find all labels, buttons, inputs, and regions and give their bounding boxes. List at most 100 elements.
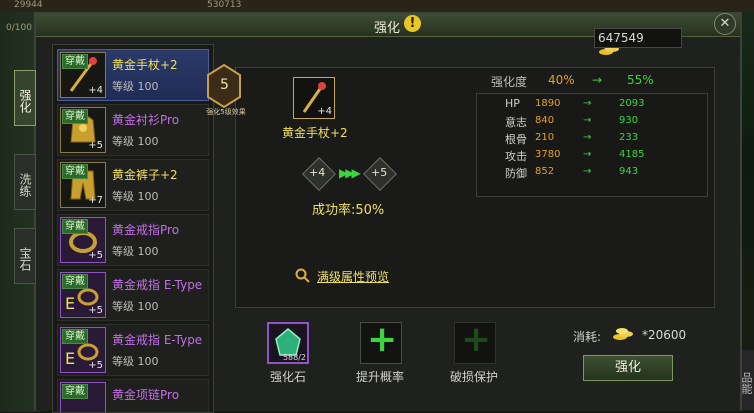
equipment-list[interactable]: 穿戴 +4 黄金手杖+2 等级 100 穿戴 +5 黄金衬衫Pro 等级 100…: [52, 44, 214, 413]
stat-arrow: →: [583, 115, 592, 126]
item-level: 等级 100: [112, 80, 159, 93]
add-icon: +: [461, 319, 492, 360]
item-name: 黄金手杖+2: [112, 58, 178, 72]
hud-value-3: 530713: [207, 0, 242, 10]
item-name: 黄金裤子+2: [112, 168, 178, 182]
svg-text:E: E: [65, 294, 75, 313]
stat-row: 攻击 3780 → 4185: [477, 148, 707, 165]
enhance-button[interactable]: 强化: [583, 355, 673, 381]
upgrade-arrows: ▶▶▶: [339, 166, 361, 180]
target-item-name: 黄金手杖+2: [282, 126, 348, 140]
item-level: 等级 100: [112, 135, 159, 148]
stat-to: 2093: [619, 98, 645, 109]
item-name: 黄金戒指 E-Type: [112, 278, 203, 292]
enhance-degree-from: 40%: [548, 73, 575, 87]
stat-row: 意志 840 → 930: [477, 114, 707, 131]
enhance-level: +5: [88, 250, 103, 261]
enhance-level: +5: [88, 360, 103, 371]
worn-badge: 穿戴: [62, 109, 88, 124]
list-item[interactable]: E 穿戴 +5 黄金戒指 E-Type 等级 100: [57, 324, 209, 376]
worn-badge: 穿戴: [62, 329, 88, 344]
add-icon: +: [367, 319, 398, 360]
tab-gem[interactable]: 宝石: [14, 228, 36, 284]
hud-value-2: 0/100: [6, 23, 32, 33]
worn-badge: 穿戴: [62, 164, 88, 179]
necklace-icon: 穿戴: [60, 382, 106, 412]
stat-table: HP 1890 → 2093 意志 840 → 930 根骨 210 → 233…: [476, 93, 708, 197]
dialog-title: 强化: [374, 21, 401, 36]
stat-to: 930: [619, 115, 639, 126]
item-level: 等级 100: [112, 245, 159, 258]
worn-badge: 穿戴: [62, 274, 88, 289]
stat-from: 3780: [535, 149, 561, 160]
gold-amount: 647549: [594, 28, 682, 48]
worn-badge: 穿戴: [62, 54, 88, 69]
worn-badge: 穿戴: [62, 384, 88, 399]
hud-value-1: 29944: [14, 0, 43, 10]
stat-row: 防御 852 → 943: [477, 165, 707, 182]
enhance-stone-slot[interactable]: 588/2: [267, 322, 309, 364]
enhance-level: +4: [88, 85, 103, 96]
tab-enhance[interactable]: 强化: [14, 70, 36, 126]
level-badge-caption: 强化5级效果: [206, 108, 246, 116]
item-level: 等级 100: [112, 190, 159, 203]
cost-label: 消耗:: [573, 330, 602, 344]
list-item[interactable]: 穿戴 +5 黄金衬衫Pro 等级 100: [57, 104, 209, 156]
stat-arrow: →: [583, 166, 592, 177]
stat-name: 攻击: [505, 150, 527, 163]
help-icon[interactable]: !: [404, 15, 421, 32]
level-badge-number: 5: [220, 77, 229, 93]
stat-to: 233: [619, 132, 639, 143]
enhance-level: +5: [88, 140, 103, 151]
target-enhance-level: +4: [317, 106, 332, 117]
ring-icon: 穿戴 +5: [60, 217, 106, 263]
stat-arrow: →: [583, 132, 592, 143]
list-item[interactable]: 穿戴 +4 黄金手杖+2 等级 100: [57, 49, 209, 101]
stat-row: HP 1890 → 2093: [477, 97, 707, 114]
rate-boost-label: 提升概率: [356, 370, 405, 384]
item-level: 等级 100: [112, 300, 159, 313]
stat-to: 943: [619, 166, 639, 177]
damage-protect-label: 破损保护: [450, 370, 499, 384]
item-name: 黄金戒指Pro: [112, 223, 180, 237]
item-name: 黄金项链Pro: [112, 388, 180, 402]
item-level: 等级 100: [112, 355, 159, 368]
from-level: +4: [309, 166, 326, 179]
stat-name: 防御: [505, 167, 527, 180]
stat-arrow: →: [583, 98, 592, 109]
stat-to: 4185: [619, 149, 645, 160]
list-item[interactable]: 穿戴 +5 黄金戒指Pro 等级 100: [57, 214, 209, 266]
list-item[interactable]: 穿戴 黄金项链Pro: [57, 379, 209, 412]
pants-icon: 穿戴 +7: [60, 162, 106, 208]
enhance-level: +5: [88, 305, 103, 316]
svg-text:E: E: [65, 349, 75, 368]
damage-protect-slot[interactable]: +: [454, 319, 496, 364]
stone-count: 588/2: [282, 353, 306, 362]
list-item[interactable]: 穿戴 +7 黄金裤子+2 等级 100: [57, 159, 209, 211]
ring-icon: E 穿戴 +5: [60, 327, 106, 373]
tab-refine[interactable]: 洗练: [14, 154, 36, 210]
item-name: 黄金衬衫Pro: [112, 113, 180, 127]
max-level-preview-link[interactable]: 满级属性预览: [317, 268, 389, 285]
stat-name: 意志: [505, 116, 527, 129]
target-item-slot[interactable]: +4: [293, 77, 335, 119]
stat-name: HP: [505, 97, 520, 110]
item-name: 黄金戒指 E-Type: [112, 333, 203, 347]
stat-from: 210: [535, 132, 555, 143]
stone-label: 强化石: [270, 370, 307, 384]
rate-boost-slot[interactable]: +: [360, 319, 402, 364]
enhance-degree-to: 55%: [627, 73, 654, 87]
stat-name: 根骨: [505, 133, 527, 146]
ring-icon: E 穿戴 +5: [60, 272, 106, 318]
magnifier-icon: [295, 268, 310, 283]
list-item[interactable]: E 穿戴 +5 黄金戒指 E-Type 等级 100: [57, 269, 209, 321]
staff-icon: 穿戴 +4: [60, 52, 106, 98]
stat-row: 根骨 210 → 233: [477, 131, 707, 148]
close-icon[interactable]: ✕: [714, 13, 736, 35]
cost-value: *20600: [642, 328, 687, 342]
gold-coin-icon: [613, 328, 633, 340]
stat-from: 1890: [535, 98, 561, 109]
top-hud-strip: [0, 0, 754, 12]
success-rate: 成功率:50%: [312, 203, 385, 218]
stat-from: 852: [535, 166, 555, 177]
